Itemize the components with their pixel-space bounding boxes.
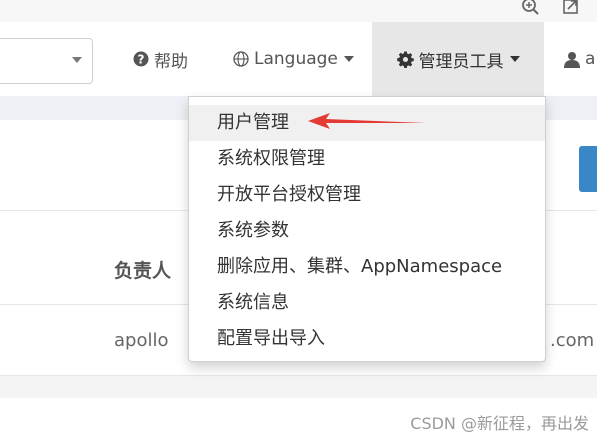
menu-item-system-info[interactable]: 系统信息 xyxy=(189,285,545,321)
menu-item-open-platform-auth[interactable]: 开放平台授权管理 xyxy=(189,177,545,213)
menu-item-label: 用户管理 xyxy=(217,112,289,133)
user-label: a xyxy=(585,49,596,69)
admin-tools-dropdown[interactable]: 管理员工具 xyxy=(372,22,544,96)
menu-item-label: 删除应用、集群、AppNamespace xyxy=(217,256,503,277)
user-icon xyxy=(564,51,580,68)
menu-item-delete-app-cluster-namespace[interactable]: 删除应用、集群、AppNamespace xyxy=(189,249,545,285)
admin-tools-menu: 用户管理 系统权限管理 开放平台授权管理 系统参数 删除应用、集群、AppNam… xyxy=(188,96,546,362)
footer-band xyxy=(0,376,597,398)
top-navbar: ? 帮助 Language 管理员工具 a xyxy=(0,22,597,96)
svg-text:?: ? xyxy=(138,53,145,67)
app-select[interactable] xyxy=(0,38,93,84)
gear-icon xyxy=(396,51,414,68)
zoom-icon[interactable] xyxy=(519,0,541,18)
menu-item-label: 开放平台授权管理 xyxy=(217,184,361,205)
menu-item-label: 系统权限管理 xyxy=(217,148,325,169)
menu-item-label: 系统参数 xyxy=(217,220,289,241)
menu-item-system-parameters[interactable]: 系统参数 xyxy=(189,213,545,249)
email-cell: .com xyxy=(550,330,595,351)
help-link[interactable]: ? 帮助 xyxy=(133,22,188,96)
menu-item-config-export-import[interactable]: 配置导出导入 xyxy=(189,321,545,357)
user-menu[interactable]: a xyxy=(564,22,595,96)
owner-column-header: 负责人 xyxy=(114,260,172,282)
action-button[interactable] xyxy=(579,146,597,192)
language-dropdown[interactable]: Language xyxy=(233,22,354,96)
owner-cell: apollo xyxy=(114,330,169,351)
share-icon[interactable] xyxy=(560,0,582,18)
watermark: CSDN @新征程，再出发 xyxy=(410,414,589,433)
globe-icon xyxy=(233,51,249,67)
language-label: Language xyxy=(254,49,338,69)
caret-down-icon xyxy=(343,56,354,62)
chevron-down-icon xyxy=(72,57,82,63)
browser-toolbar xyxy=(0,0,597,22)
help-label: 帮助 xyxy=(154,51,188,72)
menu-item-system-permission[interactable]: 系统权限管理 xyxy=(189,141,545,177)
admin-tools-label: 管理员工具 xyxy=(418,51,504,72)
menu-item-label: 配置导出导入 xyxy=(217,328,325,349)
question-circle-icon: ? xyxy=(133,51,149,67)
annotation-arrow-icon xyxy=(308,113,426,129)
menu-item-label: 系统信息 xyxy=(217,292,289,313)
caret-down-icon xyxy=(509,56,520,62)
